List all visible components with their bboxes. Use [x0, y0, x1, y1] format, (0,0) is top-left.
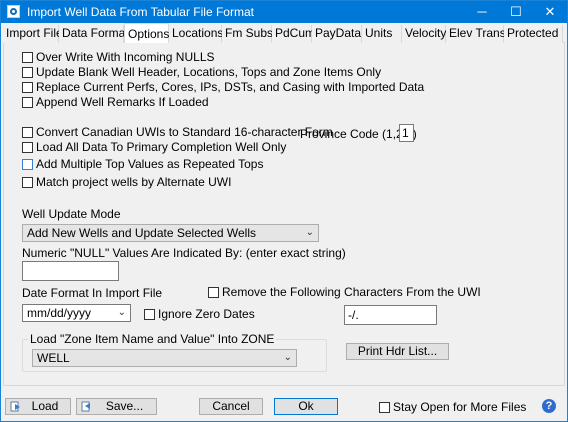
chevron-down-icon: ⌄ [117, 307, 126, 318]
app-icon [7, 5, 20, 18]
tab-paydata[interactable]: PayData [312, 25, 362, 43]
save-label: Save... [105, 399, 144, 413]
append-remarks-label: Append Well Remarks If Loaded [36, 95, 209, 109]
update-blank-header-checkbox[interactable] [22, 67, 33, 78]
tab-pdcum[interactable]: PdCum [272, 25, 315, 43]
update-blank-header-label: Update Blank Well Header, Locations, Top… [36, 65, 382, 79]
load-primary-completion-label: Load All Data To Primary Completion Well… [36, 140, 287, 154]
tab-strip: Import File Data Format Options Location… [3, 23, 565, 44]
save-button[interactable]: Save... [76, 398, 157, 415]
tab-units[interactable]: Units [362, 25, 402, 43]
convert-canadian-uwi-label: Convert Canadian UWIs to Standard 16-cha… [36, 125, 333, 139]
help-icon[interactable]: ? [542, 399, 556, 413]
tab-fm-subst[interactable]: Fm Subst [222, 25, 276, 43]
remove-chars-input[interactable]: -/. [344, 305, 437, 325]
window-title: Import Well Data From Tabular File Forma… [27, 5, 254, 19]
tab-velocity[interactable]: Velocity [402, 25, 446, 43]
load-icon [10, 401, 20, 412]
load-label: Load [31, 399, 59, 413]
maximize-button[interactable]: ☐ [499, 1, 533, 23]
remove-chars-checkbox[interactable] [208, 287, 219, 298]
tab-import-file[interactable]: Import File [3, 25, 63, 43]
replace-perfs-label: Replace Current Perfs, Cores, IPs, DSTs,… [36, 80, 425, 94]
chevron-down-icon: ⌄ [305, 227, 314, 238]
close-button[interactable]: ✕ [533, 1, 567, 23]
date-format-value: mm/dd/yyyy [27, 306, 92, 320]
stay-open-checkbox[interactable] [379, 402, 390, 413]
date-format-select[interactable]: mm/dd/yyyy ⌄ [22, 304, 131, 322]
tab-locations[interactable]: Locations [169, 25, 223, 43]
zone-value: WELL [37, 351, 70, 365]
title-bar[interactable]: Import Well Data From Tabular File Forma… [1, 1, 567, 23]
null-values-label: Numeric "NULL" Values Are Indicated By: … [22, 246, 346, 260]
match-alternate-uwi-checkbox[interactable] [22, 177, 33, 188]
date-format-label: Date Format In Import File [22, 286, 163, 300]
tab-protected[interactable]: Protected [504, 25, 563, 43]
cancel-button[interactable]: Cancel [199, 398, 263, 415]
import-well-data-dialog: Import Well Data From Tabular File Forma… [0, 0, 568, 422]
well-update-mode-value: Add New Wells and Update Selected Wells [27, 226, 257, 240]
remove-chars-label: Remove the Following Characters From the… [222, 285, 481, 299]
chevron-down-icon: ⌄ [283, 352, 292, 363]
append-remarks-checkbox[interactable] [22, 97, 33, 108]
convert-canadian-uwi-checkbox[interactable] [22, 127, 33, 138]
tab-options[interactable]: Options [124, 23, 169, 44]
minimize-button[interactable]: ─ [465, 1, 499, 23]
load-primary-completion-checkbox[interactable] [22, 142, 33, 153]
zone-select[interactable]: WELL ⌄ [32, 349, 297, 367]
ok-button[interactable]: Ok [274, 398, 338, 415]
overwrite-nulls-checkbox[interactable] [22, 52, 33, 63]
province-code-input[interactable]: 1 [399, 124, 414, 142]
replace-perfs-checkbox[interactable] [22, 82, 33, 93]
overwrite-nulls-label: Over Write With Incoming NULLS [36, 50, 215, 64]
load-button[interactable]: Load [5, 398, 71, 415]
ignore-zero-dates-label: Ignore Zero Dates [158, 307, 255, 321]
print-hdr-list-button[interactable]: Print Hdr List... [346, 343, 449, 360]
null-values-input[interactable] [22, 261, 119, 281]
add-multiple-tops-checkbox[interactable] [22, 159, 33, 170]
match-alternate-uwi-label: Match project wells by Alternate UWI [36, 175, 232, 189]
tab-elev-trans[interactable]: Elev Trans [446, 25, 506, 43]
options-panel: Over Write With Incoming NULLS Update Bl… [3, 43, 565, 386]
add-multiple-tops-label: Add Multiple Top Values as Repeated Tops [36, 157, 264, 171]
tab-data-format[interactable]: Data Format [59, 25, 129, 43]
well-update-mode-label: Well Update Mode [22, 207, 121, 221]
save-icon [81, 401, 90, 412]
ignore-zero-dates-checkbox[interactable] [144, 309, 155, 320]
stay-open-label: Stay Open for More Files [393, 400, 527, 414]
well-update-mode-select[interactable]: Add New Wells and Update Selected Wells … [22, 224, 319, 242]
zone-group-label: Load "Zone Item Name and Value" Into ZON… [28, 332, 277, 346]
